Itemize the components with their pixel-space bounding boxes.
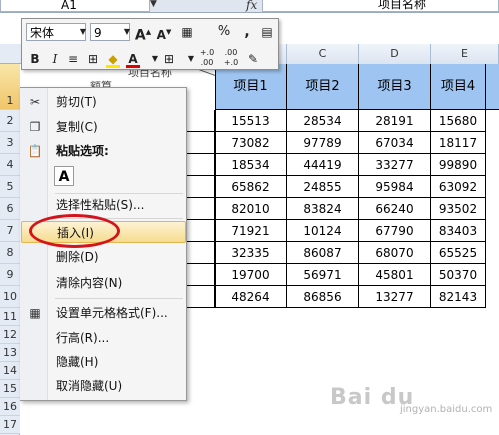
- menu-item-copy[interactable]: 复制(C): [21, 116, 186, 138]
- column-header-e[interactable]: E: [431, 44, 499, 64]
- name-box[interactable]: A1: [0, 0, 150, 12]
- table-cell[interactable]: 13277: [359, 286, 431, 308]
- table-cell[interactable]: 50370: [431, 264, 486, 286]
- table-cell[interactable]: 93502: [431, 198, 486, 220]
- table-cell[interactable]: 83824: [287, 198, 359, 220]
- header-cell[interactable]: 项目3: [359, 64, 431, 110]
- format-painter-icon[interactable]: ✎: [244, 50, 262, 68]
- table-cell[interactable]: 73082: [215, 132, 287, 154]
- table-cell[interactable]: 67790: [359, 220, 431, 242]
- menu-item-hide[interactable]: 隐藏(H): [21, 351, 186, 373]
- header-cell[interactable]: 项目2: [287, 64, 359, 110]
- menu-item-row-height[interactable]: 行高(R)...: [21, 327, 186, 349]
- table-cell[interactable]: 10124: [287, 220, 359, 242]
- header-cell[interactable]: 项目1: [215, 64, 287, 110]
- increase-font-icon[interactable]: A▲: [134, 23, 152, 44]
- table-cell[interactable]: 65525: [431, 242, 486, 264]
- font-color-swatch: [126, 65, 140, 68]
- table-cell[interactable]: 15680: [431, 110, 486, 132]
- merge-cells-icon[interactable]: ⊞: [84, 50, 102, 68]
- table-cell[interactable]: 83403: [431, 220, 486, 242]
- bold-icon[interactable]: B: [26, 50, 44, 68]
- header-cell[interactable]: 项目4: [431, 64, 486, 110]
- menu-item-delete[interactable]: 删除(D): [21, 246, 186, 268]
- table-cell[interactable]: 66240: [359, 198, 431, 220]
- row-header-17[interactable]: 17: [0, 416, 20, 434]
- formula-value: 项目名称: [378, 0, 427, 11]
- table-cell[interactable]: 32335: [215, 242, 287, 264]
- italic-icon[interactable]: I: [46, 50, 64, 68]
- increase-decimal-button[interactable]: +.0 .00: [196, 48, 218, 67]
- borders-icon[interactable]: ⊞: [160, 50, 178, 68]
- fill-color-swatch: [106, 65, 120, 68]
- row-header-15[interactable]: 15: [0, 380, 20, 398]
- format-cells-icon[interactable]: ▤: [258, 23, 276, 41]
- watermark-url: jingyan.baidu.com: [400, 404, 493, 415]
- row-header-10[interactable]: 10: [0, 286, 20, 308]
- table-cell[interactable]: 86087: [287, 242, 359, 264]
- row-header-7[interactable]: 7: [0, 220, 20, 242]
- column-header-c[interactable]: C: [287, 44, 359, 64]
- menu-item-format-cells[interactable]: 设置单元格格式(F)...: [21, 302, 186, 324]
- row-header-4[interactable]: 4: [0, 154, 20, 176]
- table-cell[interactable]: 15513: [215, 110, 287, 132]
- percent-style-button[interactable]: %: [215, 23, 233, 41]
- row-header-12[interactable]: 12: [0, 326, 20, 344]
- menu-item-cut[interactable]: 剪切(T): [21, 91, 186, 113]
- table-cell[interactable]: 82010: [215, 198, 287, 220]
- table-cell[interactable]: 19700: [215, 264, 287, 286]
- row-header-5[interactable]: 5: [0, 176, 20, 198]
- column-header-d[interactable]: D: [359, 44, 431, 64]
- menu-item-clear-contents[interactable]: 清除内容(N): [21, 272, 186, 294]
- row-header-14[interactable]: 14: [0, 362, 20, 380]
- row-header-8[interactable]: 8: [0, 242, 20, 264]
- menu-item-unhide[interactable]: 取消隐藏(U): [21, 375, 186, 397]
- fx-icon[interactable]: fx: [246, 0, 257, 12]
- table-cell[interactable]: 71921: [215, 220, 287, 242]
- table-cell[interactable]: 99890: [431, 154, 486, 176]
- table-cell[interactable]: 45801: [359, 264, 431, 286]
- chevron-down-icon[interactable]: ▼: [150, 0, 162, 11]
- table-cell[interactable]: 95984: [359, 176, 431, 198]
- table-cell[interactable]: 28534: [287, 110, 359, 132]
- table-cell[interactable]: 28191: [359, 110, 431, 132]
- row-header-11[interactable]: 11: [0, 308, 20, 326]
- table-cell[interactable]: 56971: [287, 264, 359, 286]
- row-header-6[interactable]: 6: [0, 198, 20, 220]
- table-cell[interactable]: 33277: [359, 154, 431, 176]
- table-border: [215, 110, 216, 308]
- table-cell[interactable]: 97789: [287, 132, 359, 154]
- table-cell[interactable]: 63092: [431, 176, 486, 198]
- align-center-icon[interactable]: ≡: [64, 50, 82, 68]
- decrease-decimal-button[interactable]: .00 +.0: [220, 48, 242, 67]
- row-header-2[interactable]: 2: [0, 110, 20, 132]
- table-cell[interactable]: 18534: [215, 154, 287, 176]
- paste-option-button[interactable]: A: [54, 166, 74, 186]
- table-cell[interactable]: 68070: [359, 242, 431, 264]
- menu-separator: [55, 298, 183, 299]
- decrease-font-icon[interactable]: A▼: [155, 23, 173, 42]
- table-cell[interactable]: 67034: [359, 132, 431, 154]
- table-cell[interactable]: 65862: [215, 176, 287, 198]
- row-header-16[interactable]: 16: [0, 398, 20, 416]
- table-cell[interactable]: 18117: [431, 132, 486, 154]
- table-cell[interactable]: 44419: [287, 154, 359, 176]
- header-divider: [215, 64, 216, 110]
- row-header-1[interactable]: 1: [0, 64, 20, 110]
- annotation-circle: [29, 214, 120, 248]
- comma-style-button[interactable]: ,: [238, 23, 256, 41]
- menu-item-paste-special[interactable]: 选择性粘贴(S)...: [21, 194, 186, 216]
- table-cell[interactable]: 82143: [431, 286, 486, 308]
- row-header-13[interactable]: 13: [0, 344, 20, 362]
- table-cell[interactable]: 24855: [287, 176, 359, 198]
- row-header-3[interactable]: 3: [0, 132, 20, 154]
- table-cell[interactable]: 86856: [287, 286, 359, 308]
- table-cell[interactable]: 48264: [215, 286, 287, 308]
- menu-item-paste-options: 粘贴选项:: [56, 144, 109, 158]
- row-header-9[interactable]: 9: [0, 264, 20, 286]
- accounting-format-icon[interactable]: ▦: [178, 23, 196, 41]
